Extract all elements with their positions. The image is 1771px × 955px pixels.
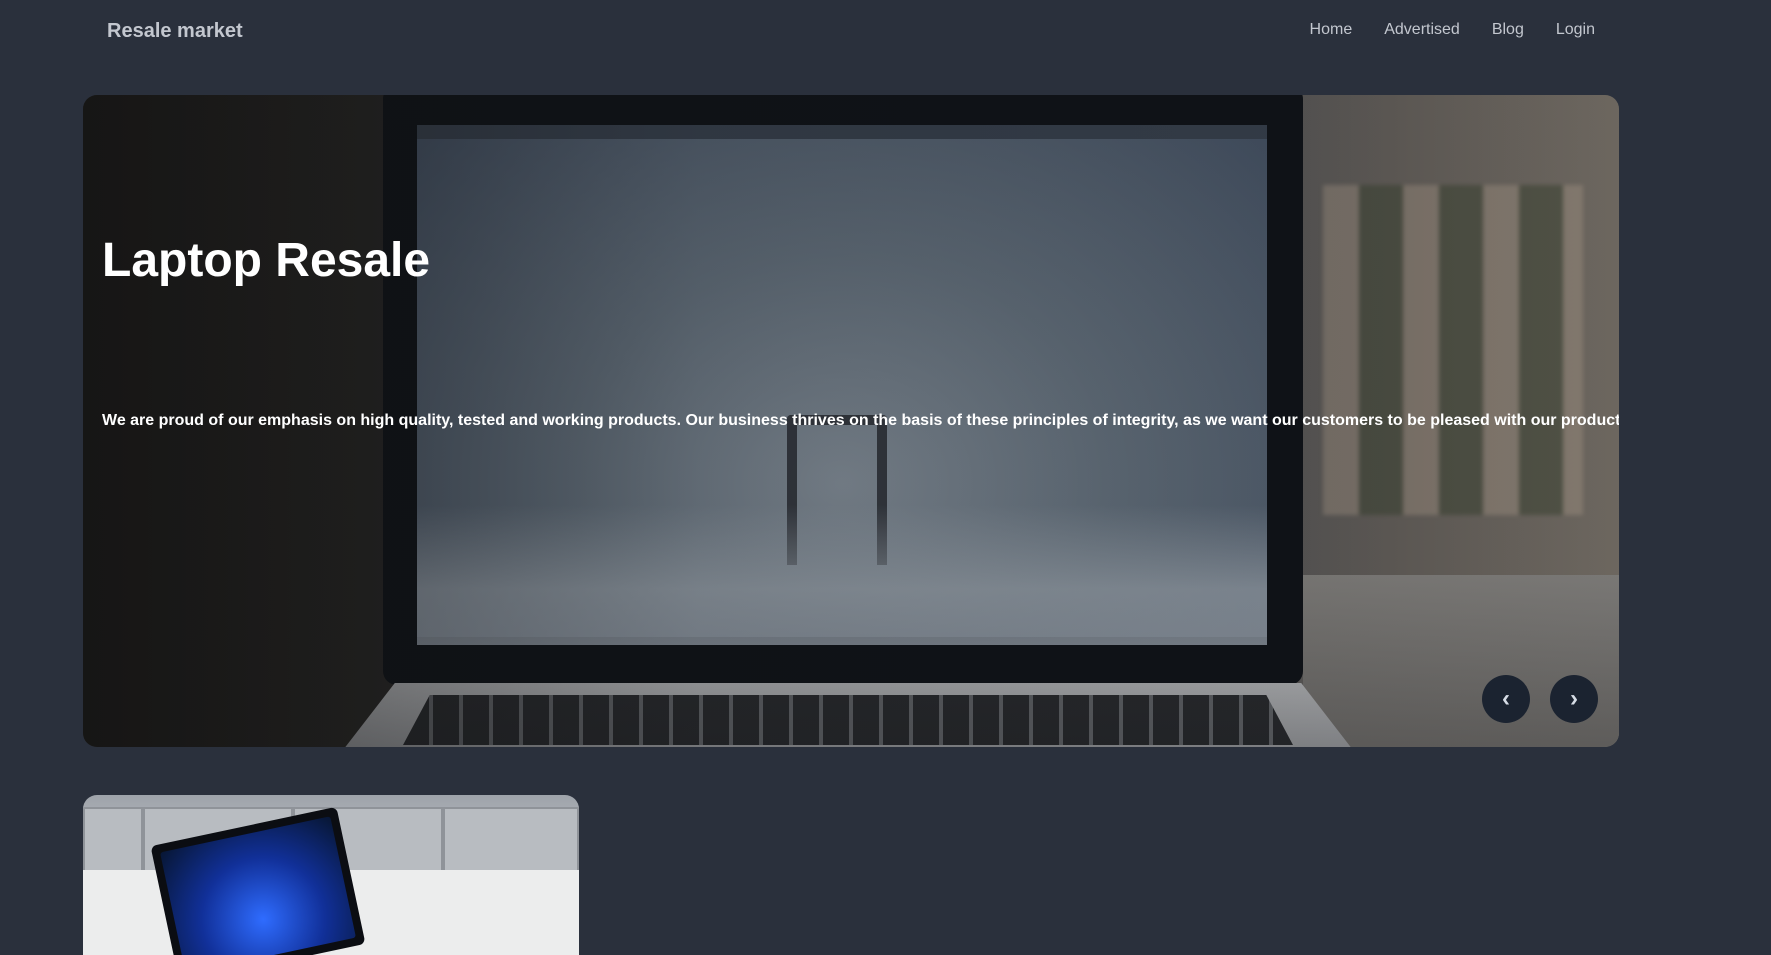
chevron-left-icon: ‹ — [1502, 685, 1510, 712]
navbar: Resale market Home Advertised Blog Login — [0, 0, 1771, 64]
nav-link-blog[interactable]: Blog — [1492, 21, 1524, 39]
product-card[interactable] — [83, 795, 579, 955]
carousel-prev-button[interactable]: ‹ — [1482, 675, 1530, 723]
brand-logo[interactable]: Resale market — [107, 20, 243, 43]
hero-description: We are proud of our emphasis on high qua… — [102, 412, 1619, 429]
chevron-right-icon: › — [1570, 685, 1578, 712]
hero-title: Laptop Resale — [102, 234, 431, 287]
tablet-screen-image — [160, 816, 356, 955]
nav-link-advertised[interactable]: Advertised — [1384, 21, 1460, 39]
nav-links: Home Advertised Blog Login — [1310, 21, 1595, 39]
nav-link-home[interactable]: Home — [1310, 21, 1353, 39]
nav-link-login[interactable]: Login — [1556, 21, 1595, 39]
carousel-next-button[interactable]: › — [1550, 675, 1598, 723]
hero-carousel: Laptop Resale We are proud of our emphas… — [83, 95, 1619, 747]
